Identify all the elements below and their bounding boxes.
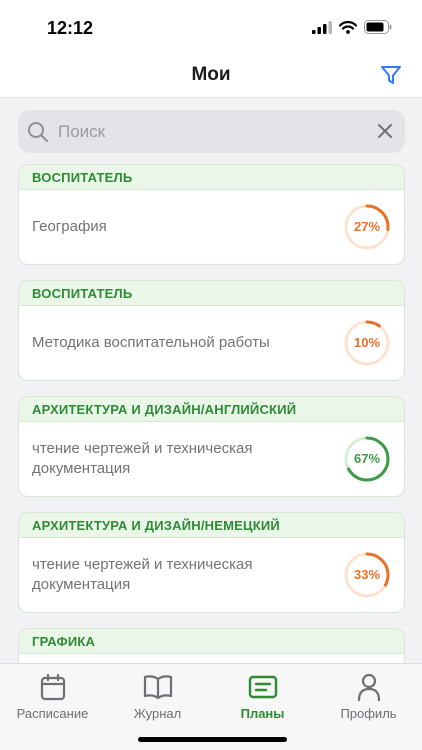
filter-icon: [381, 66, 401, 84]
plan-card-body: География 27%: [19, 190, 404, 264]
plan-card[interactable]: ГРАФИКА: [18, 628, 405, 664]
plan-card[interactable]: АРХИТЕКТУРА И ДИЗАЙН/НЕМЕЦКИЙ чтение черт…: [18, 512, 405, 613]
plan-title: чтение чертежей и техническая документац…: [32, 556, 253, 593]
filter-button[interactable]: [380, 64, 402, 86]
progress-label: 27%: [353, 219, 381, 234]
tab-label: Журнал: [133, 706, 182, 721]
tab-journal[interactable]: Журнал: [105, 672, 210, 721]
progress-label: 10%: [353, 335, 381, 350]
plan-card-body: чтение чертежей и техническая документац…: [19, 538, 404, 612]
status-icons: [312, 20, 392, 34]
profile-icon: [357, 673, 380, 701]
plan-group-label: АРХИТЕКТУРА И ДИЗАЙН/НЕМЕЦКИЙ: [19, 513, 404, 538]
plan-group-label: ВОСПИТАТЕЛЬ: [19, 281, 404, 306]
progress-ring: 27%: [342, 202, 392, 252]
signal-icon: [312, 20, 332, 34]
calendar-icon: [40, 673, 65, 701]
wifi-icon: [339, 20, 357, 34]
search-icon: [28, 122, 48, 142]
search-input[interactable]: [58, 110, 358, 153]
plans-list: ВОСПИТАТЕЛЬ География 27% ВОСПИТАТЕЛЬ Методи…: [18, 164, 405, 664]
tab-plans[interactable]: Планы: [210, 672, 315, 721]
battery-icon: [364, 20, 392, 34]
plan-card[interactable]: ВОСПИТАТЕЛЬ География 27%: [18, 164, 405, 265]
plan-card-body: Методика воспитательной работы 10%: [19, 306, 404, 380]
plan-group-label: ВОСПИТАТЕЛЬ: [19, 165, 404, 190]
plan-title: Методика воспитательной работы: [32, 334, 270, 351]
tab-bar: Расписание Журнал Планы Профиль: [0, 663, 422, 750]
plan-card[interactable]: АРХИТЕКТУРА И ДИЗАЙН/АНГЛИЙСКИЙ чтение че…: [18, 396, 405, 497]
plan-card-body: чтение чертежей и техническая документац…: [19, 422, 404, 496]
progress-label: 67%: [353, 451, 381, 466]
tab-label: Профиль: [340, 706, 397, 721]
tab-label: Расписание: [16, 706, 89, 721]
progress-ring: 67%: [342, 434, 392, 484]
plan-group-label: ГРАФИКА: [19, 629, 404, 654]
plans-icon: [248, 675, 277, 699]
clear-search-icon[interactable]: [377, 123, 393, 139]
book-icon: [143, 675, 172, 700]
plan-title: чтение чертежей и техническая документац…: [32, 440, 253, 477]
plan-group-label: АРХИТЕКТУРА И ДИЗАЙН/АНГЛИЙСКИЙ: [19, 397, 404, 422]
page-title: Мои: [191, 64, 231, 85]
home-indicator: [138, 737, 287, 742]
search-bar: [18, 110, 405, 153]
tab-schedule[interactable]: Расписание: [0, 672, 105, 721]
progress-ring: 10%: [342, 318, 392, 368]
progress-label: 33%: [353, 567, 381, 582]
status-bar: 12:12: [0, 0, 422, 52]
plan-card[interactable]: ВОСПИТАТЕЛЬ Методика воспитательной работ…: [18, 280, 405, 381]
tab-label: Планы: [240, 706, 285, 721]
navigation-bar: Мои: [0, 52, 422, 98]
plan-title: География: [32, 218, 107, 235]
progress-ring: 33%: [342, 550, 392, 600]
status-time: 12:12: [47, 18, 94, 38]
tab-profile[interactable]: Профиль: [316, 672, 421, 721]
